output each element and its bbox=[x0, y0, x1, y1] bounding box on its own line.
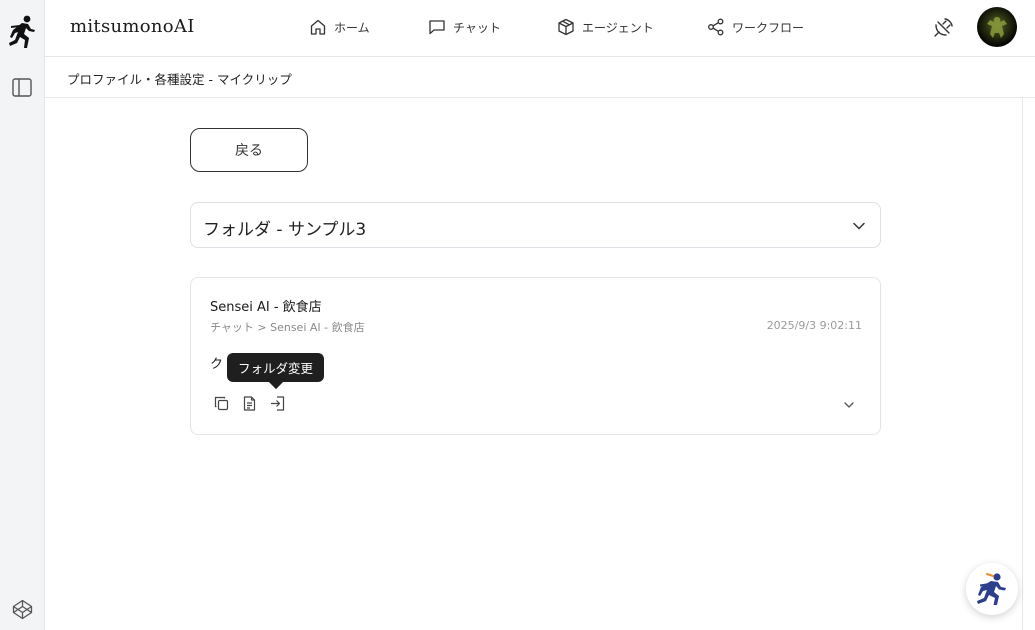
chat-icon bbox=[429, 20, 445, 35]
top-header: mitsumonoAI ホーム チャット エージェント ワークフロー bbox=[45, 0, 1035, 57]
nav-chat[interactable]: チャット bbox=[428, 16, 501, 38]
chevron-down-icon bbox=[853, 222, 865, 230]
nav-agent-label: エージェント bbox=[582, 20, 654, 35]
clip-actions bbox=[214, 396, 285, 411]
share-icon bbox=[708, 18, 724, 36]
scroll-track-divider bbox=[1022, 98, 1023, 630]
breadcrumb: プロファイル・各種設定 - マイクリップ bbox=[67, 72, 292, 87]
clip-title: Sensei AI - 飲食店 bbox=[210, 300, 322, 315]
clip-body: ク bbox=[210, 357, 224, 372]
breadcrumb-bar: プロファイル・各種設定 - マイクリップ bbox=[45, 57, 1035, 98]
nav-agent[interactable]: エージェント bbox=[557, 16, 654, 38]
runner-logo-icon[interactable] bbox=[8, 15, 36, 49]
home-icon bbox=[310, 19, 326, 35]
clip-path: チャット > Sensei AI - 飲食店 bbox=[210, 321, 365, 334]
nav-home[interactable]: ホーム bbox=[309, 16, 370, 38]
nav-home-label: ホーム bbox=[334, 20, 370, 35]
codepen-icon[interactable] bbox=[12, 599, 33, 620]
folder-select[interactable]: フォルダ - サンプル3 bbox=[190, 202, 881, 248]
brand-name[interactable]: mitsumonoAI bbox=[70, 16, 195, 37]
assistant-fab-button[interactable] bbox=[966, 563, 1018, 615]
user-avatar[interactable] bbox=[977, 7, 1017, 47]
chevron-down-icon[interactable] bbox=[843, 399, 855, 411]
avatar-figure-icon bbox=[987, 17, 1007, 38]
clip-date: 2025/9/3 9:02:11 bbox=[766, 319, 862, 332]
document-icon[interactable] bbox=[242, 396, 257, 411]
satellite-icon[interactable] bbox=[932, 17, 954, 39]
nav-chat-label: チャット bbox=[453, 20, 501, 35]
back-button[interactable]: 戻る bbox=[190, 128, 308, 172]
ninja-runner-icon bbox=[977, 573, 1006, 605]
nav-workflow-label: ワークフロー bbox=[732, 20, 805, 35]
nav-workflow[interactable]: ワークフロー bbox=[707, 16, 804, 38]
copy-icon[interactable] bbox=[214, 396, 229, 411]
sidebar bbox=[0, 0, 45, 630]
cube-icon bbox=[558, 18, 574, 36]
move-to-folder-icon[interactable] bbox=[270, 396, 285, 411]
folder-change-tooltip: フォルダ変更 bbox=[227, 353, 325, 382]
panel-toggle-icon[interactable] bbox=[12, 78, 32, 97]
folder-select-value: フォルダ - サンプル3 bbox=[203, 220, 367, 240]
